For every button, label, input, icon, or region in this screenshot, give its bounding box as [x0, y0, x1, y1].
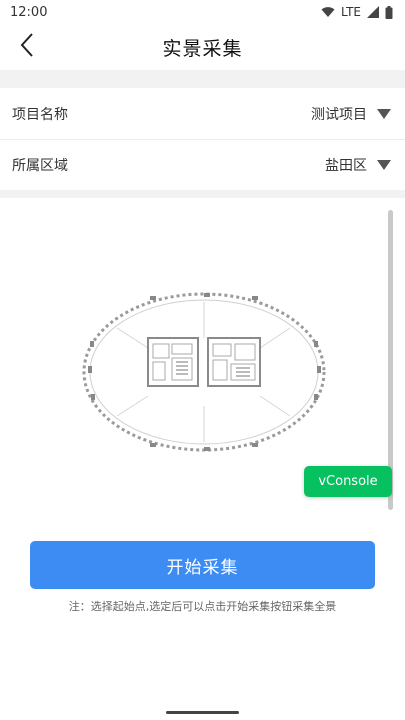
triangle-down-icon [377, 109, 391, 119]
home-indicator[interactable] [166, 711, 239, 714]
status-icons: LTE [321, 5, 393, 19]
area-label: 所属区域 [12, 158, 68, 174]
network-type: LTE [341, 5, 361, 19]
vconsole-button[interactable]: vConsole [304, 466, 392, 497]
app-header: 实景采集 [0, 24, 405, 70]
status-time: 12:00 [10, 4, 48, 20]
wifi-icon [321, 6, 335, 18]
start-capture-button[interactable]: 开始采集 [30, 541, 375, 589]
section-divider [0, 190, 405, 198]
area-row[interactable]: 所属区域 盐田区 [0, 140, 405, 190]
project-name-value: 测试项目 [311, 107, 367, 123]
project-name-label: 项目名称 [12, 107, 68, 123]
triangle-down-icon [377, 160, 391, 170]
project-name-select[interactable]: 测试项目 [311, 104, 391, 124]
status-bar: 12:00 LTE [0, 0, 405, 24]
signal-icon [367, 6, 379, 18]
app-screen: 12:00 LTE 实景采集 项目名称 测试项目 所属区域 盐田区 vConso… [0, 0, 405, 720]
area-value: 盐田区 [325, 158, 367, 174]
page-title: 实景采集 [162, 37, 243, 60]
battery-icon [385, 5, 393, 19]
instruction-note: 注：选择起始点,选定后可以点击开始采集按钮采集全景 [68, 600, 337, 613]
area-select[interactable]: 盐田区 [325, 155, 391, 175]
section-divider [0, 70, 405, 88]
project-name-row[interactable]: 项目名称 测试项目 [0, 89, 405, 139]
back-button[interactable] [10, 30, 44, 64]
chevron-left-icon [19, 32, 35, 62]
vertical-scrollbar[interactable] [388, 210, 393, 510]
